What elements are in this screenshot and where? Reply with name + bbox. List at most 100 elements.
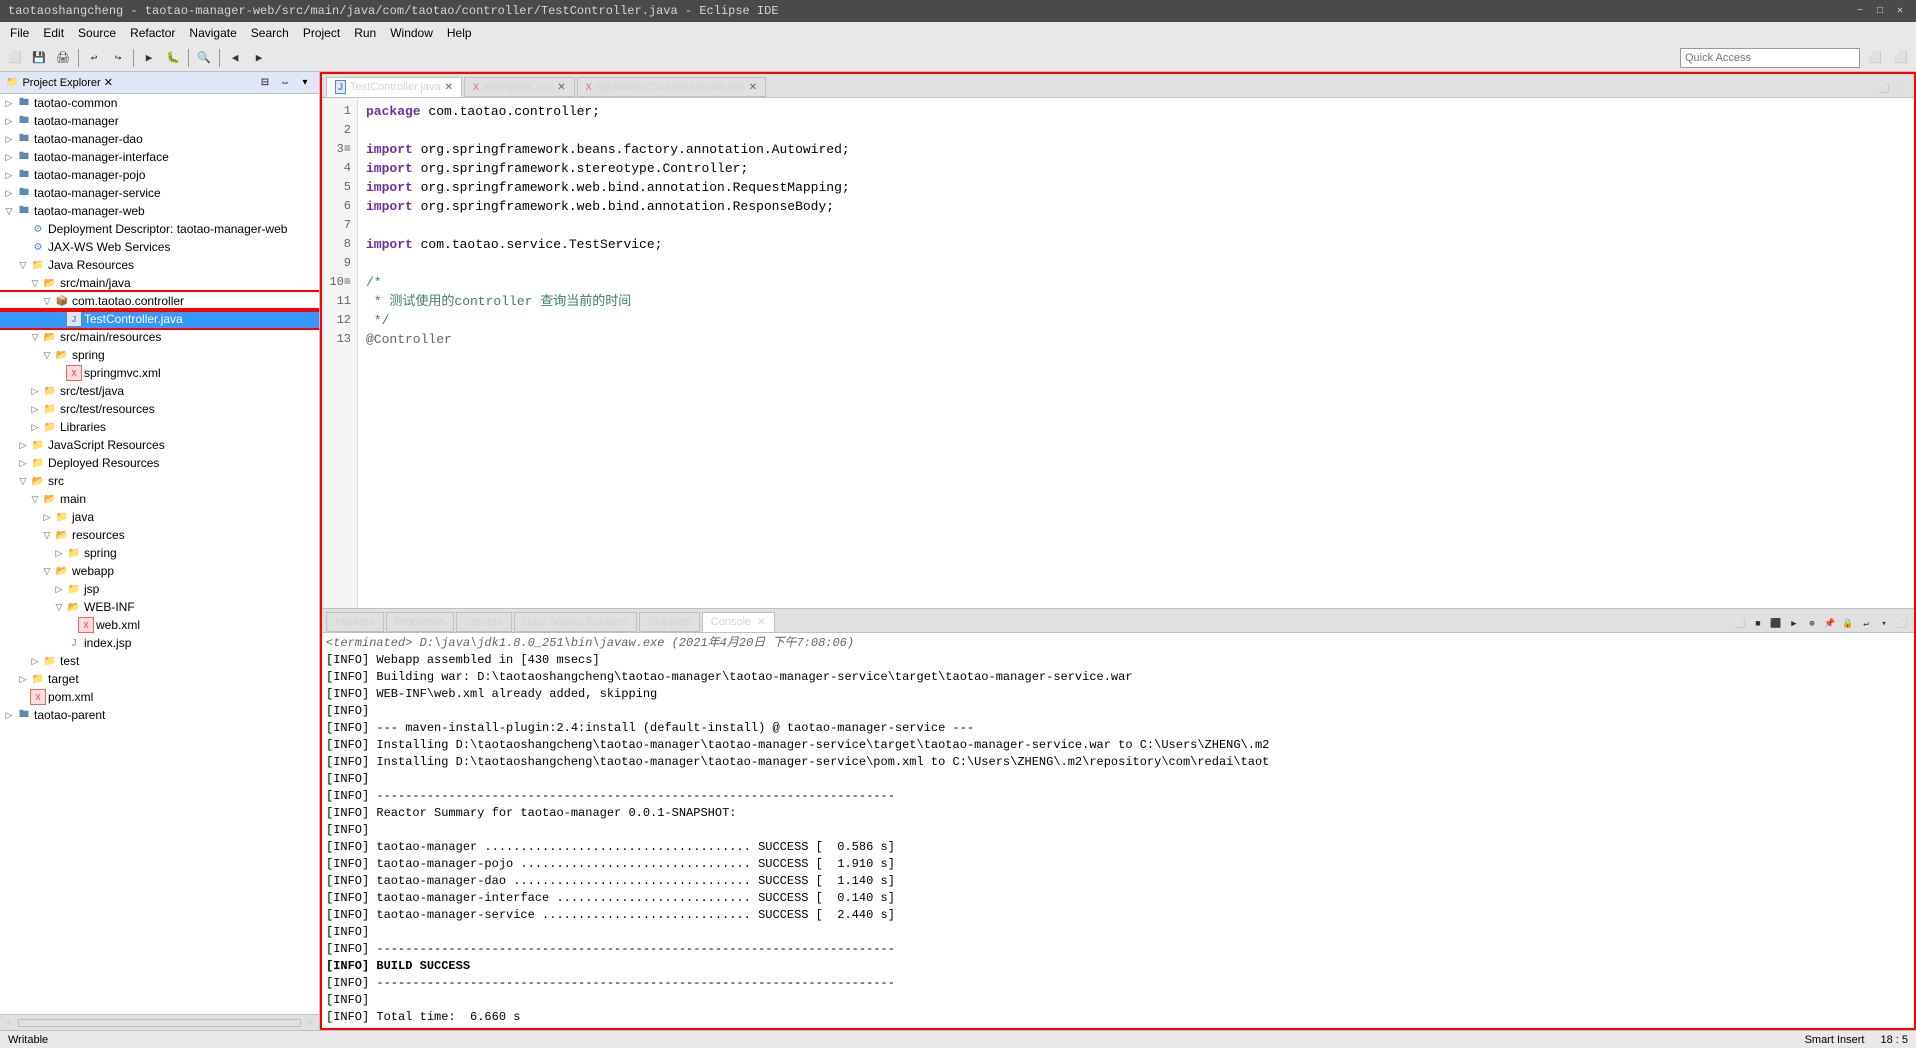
close-button[interactable]: ✕	[1892, 3, 1908, 19]
tree-item-taotao-manager-service[interactable]: ▷ 🖿 taotao-manager-service	[0, 184, 319, 202]
tab-console[interactable]: Console ✕	[702, 612, 775, 632]
tab-appcontext[interactable]: X applicationContext-service.xml ✕	[577, 77, 767, 97]
console-content[interactable]: <terminated> D:\java\jdk1.8.0_251\bin\ja…	[322, 633, 1914, 1028]
tree-item-springmvc-xml[interactable]: X springmvc.xml	[0, 364, 319, 382]
maximize-editor-btn[interactable]: ⬜	[1876, 81, 1892, 97]
tree-item-taotao-manager-pojo[interactable]: ▷ 🖿 taotao-manager-pojo	[0, 166, 319, 184]
tab-close-btn[interactable]: ✕	[749, 82, 757, 93]
tree-item-java-resources[interactable]: ▽ 📁 Java Resources	[0, 256, 319, 274]
minimize-button[interactable]: −	[1852, 3, 1868, 19]
tree-item-taotao-manager-web[interactable]: ▽ 🖿 taotao-manager-web	[0, 202, 319, 220]
tree-item-test-controller[interactable]: J TestController.java	[0, 310, 319, 328]
toolbar-run[interactable]: ▶	[138, 47, 160, 69]
tab-springmvc[interactable]: X springmvc.xml ✕	[464, 77, 575, 97]
code-editor[interactable]: 1 2 3≡ 4 5 6 7 8 9 10≡ 11 12 13 package …	[322, 98, 1914, 608]
tree-item-jsp[interactable]: ▷ 📁 jsp	[0, 580, 319, 598]
maximize-button[interactable]: □	[1872, 3, 1888, 19]
tree-item-spring-2[interactable]: ▷ 📁 spring	[0, 544, 319, 562]
tree-item-target[interactable]: ▷ 📁 target	[0, 670, 319, 688]
expand-icon: ▽	[16, 476, 30, 487]
tab-datasource[interactable]: Data Source Explorer	[514, 612, 637, 632]
scroll-left-btn[interactable]: ◀	[0, 1015, 16, 1031]
terminate-btn[interactable]: ⬛	[1768, 616, 1784, 632]
editor-tabs: J TestController.java ✕ X springmvc.xml …	[322, 74, 1914, 98]
tab-servers[interactable]: Servers	[456, 612, 512, 632]
toolbar-redo[interactable]: ↪	[107, 47, 129, 69]
tree-label: Java Resources	[48, 258, 134, 272]
tab-markers[interactable]: Markers	[326, 612, 384, 632]
tree-item-taotao-manager-interface[interactable]: ▷ 🖿 taotao-manager-interface	[0, 148, 319, 166]
link-editor-btn[interactable]: ⇔	[277, 75, 293, 91]
menu-search[interactable]: Search	[245, 24, 295, 42]
menu-navigate[interactable]: Navigate	[183, 24, 242, 42]
toolbar-perspective[interactable]: ⬜	[1864, 47, 1886, 69]
editor-menu-btn[interactable]: ▾	[1894, 81, 1910, 97]
toolbar-undo[interactable]: ↩	[83, 47, 105, 69]
tree-item-src[interactable]: ▽ 📂 src	[0, 472, 319, 490]
toolbar-debug[interactable]: 🐛	[162, 47, 184, 69]
stop-btn[interactable]: ■	[1750, 616, 1766, 632]
tab-close-btn[interactable]: ✕	[445, 82, 453, 93]
tree-item-spring[interactable]: ▽ 📂 spring	[0, 346, 319, 364]
menu-edit[interactable]: Edit	[37, 24, 70, 42]
pe-menu-btn[interactable]: ▾	[297, 75, 313, 91]
tree-item-src-main-java[interactable]: ▽ 📂 src/main/java	[0, 274, 319, 292]
menu-source[interactable]: Source	[72, 24, 122, 42]
toolbar-next[interactable]: ▶	[248, 47, 270, 69]
scroll-lock-btn[interactable]: 🔒	[1840, 616, 1856, 632]
tree-item-web-inf[interactable]: ▽ 📂 WEB-INF	[0, 598, 319, 616]
tree-item-deployed-resources[interactable]: ▷ 📁 Deployed Resources	[0, 454, 319, 472]
toolbar-print[interactable]: 🖨	[52, 47, 74, 69]
tree-item-webapp[interactable]: ▽ 📂 webapp	[0, 562, 319, 580]
menu-project[interactable]: Project	[297, 24, 346, 42]
word-wrap-btn[interactable]: ↵	[1858, 616, 1874, 632]
tree-item-taotao-manager-dao[interactable]: ▷ 🖿 taotao-manager-dao	[0, 130, 319, 148]
tree-item-index-jsp[interactable]: J index.jsp	[0, 634, 319, 652]
scroll-right-btn[interactable]: ▶	[303, 1015, 319, 1031]
toolbar-view[interactable]: ⬜	[1890, 47, 1912, 69]
tab-properties[interactable]: Properties	[386, 612, 454, 632]
menu-refactor[interactable]: Refactor	[124, 24, 181, 42]
tree-item-deployment-descriptor[interactable]: ⚙ Deployment Descriptor: taotao-manager-…	[0, 220, 319, 238]
project-icon: 🖿	[16, 167, 32, 183]
toolbar-search[interactable]: 🔍	[193, 47, 215, 69]
tree-item-src-main-resources[interactable]: ▽ 📂 src/main/resources	[0, 328, 319, 346]
relaunch-btn[interactable]: ▶	[1786, 616, 1802, 632]
tree-item-src-test-java[interactable]: ▷ 📁 src/test/java	[0, 382, 319, 400]
toolbar-save[interactable]: 💾	[28, 47, 50, 69]
tab-test-controller[interactable]: J TestController.java ✕	[326, 77, 462, 97]
tab-snippets[interactable]: Snippets	[639, 612, 700, 632]
tree-item-taotao-parent[interactable]: ▷ 🖿 taotao-parent	[0, 706, 319, 724]
toolbar-new[interactable]: ⬜	[4, 47, 26, 69]
expand-icon: ▷	[28, 386, 42, 397]
tree-item-taotao-common[interactable]: ▷ 🖿 taotao-common	[0, 94, 319, 112]
tree-item-main[interactable]: ▽ 📂 main	[0, 490, 319, 508]
tree-label: taotao-parent	[34, 708, 105, 722]
tree-item-web-xml[interactable]: X web.xml	[0, 616, 319, 634]
menu-help[interactable]: Help	[441, 24, 478, 42]
tree-item-java-src[interactable]: ▷ 📁 java	[0, 508, 319, 526]
tree-item-jax-ws[interactable]: ⚙ JAX-WS Web Services	[0, 238, 319, 256]
tree-item-taotao-manager[interactable]: ▷ 🖿 taotao-manager	[0, 112, 319, 130]
quick-access-input[interactable]	[1680, 48, 1860, 68]
tree-item-com-taotao-controller[interactable]: ▽ 📦 com.taotao.controller	[0, 292, 319, 310]
toolbar-prev[interactable]: ◀	[224, 47, 246, 69]
pin-console-btn[interactable]: 📌	[1822, 616, 1838, 632]
tab-close-btn[interactable]: ✕	[557, 82, 565, 93]
tree-item-resources-src[interactable]: ▽ 📂 resources	[0, 526, 319, 544]
menu-file[interactable]: File	[4, 24, 35, 42]
collapse-all-btn[interactable]: ⊟	[257, 75, 273, 91]
console-tab-close[interactable]: ✕	[757, 617, 765, 628]
tree-item-test[interactable]: ▷ 📁 test	[0, 652, 319, 670]
maximize-console-btn[interactable]: ⬜	[1894, 616, 1910, 632]
menu-run[interactable]: Run	[348, 24, 382, 42]
tree-item-libraries[interactable]: ▷ 📁 Libraries	[0, 418, 319, 436]
tree-item-javascript-resources[interactable]: ▷ 📁 JavaScript Resources	[0, 436, 319, 454]
new-console-btn[interactable]: ⊕	[1804, 616, 1820, 632]
clear-console-btn[interactable]: ⬜	[1732, 616, 1748, 632]
console-menu-btn[interactable]: ▾	[1876, 616, 1892, 632]
tree-item-src-test-resources[interactable]: ▷ 📁 src/test/resources	[0, 400, 319, 418]
tree-item-pom-xml[interactable]: X pom.xml	[0, 688, 319, 706]
menu-window[interactable]: Window	[384, 24, 439, 42]
scroll-track[interactable]	[18, 1019, 301, 1027]
